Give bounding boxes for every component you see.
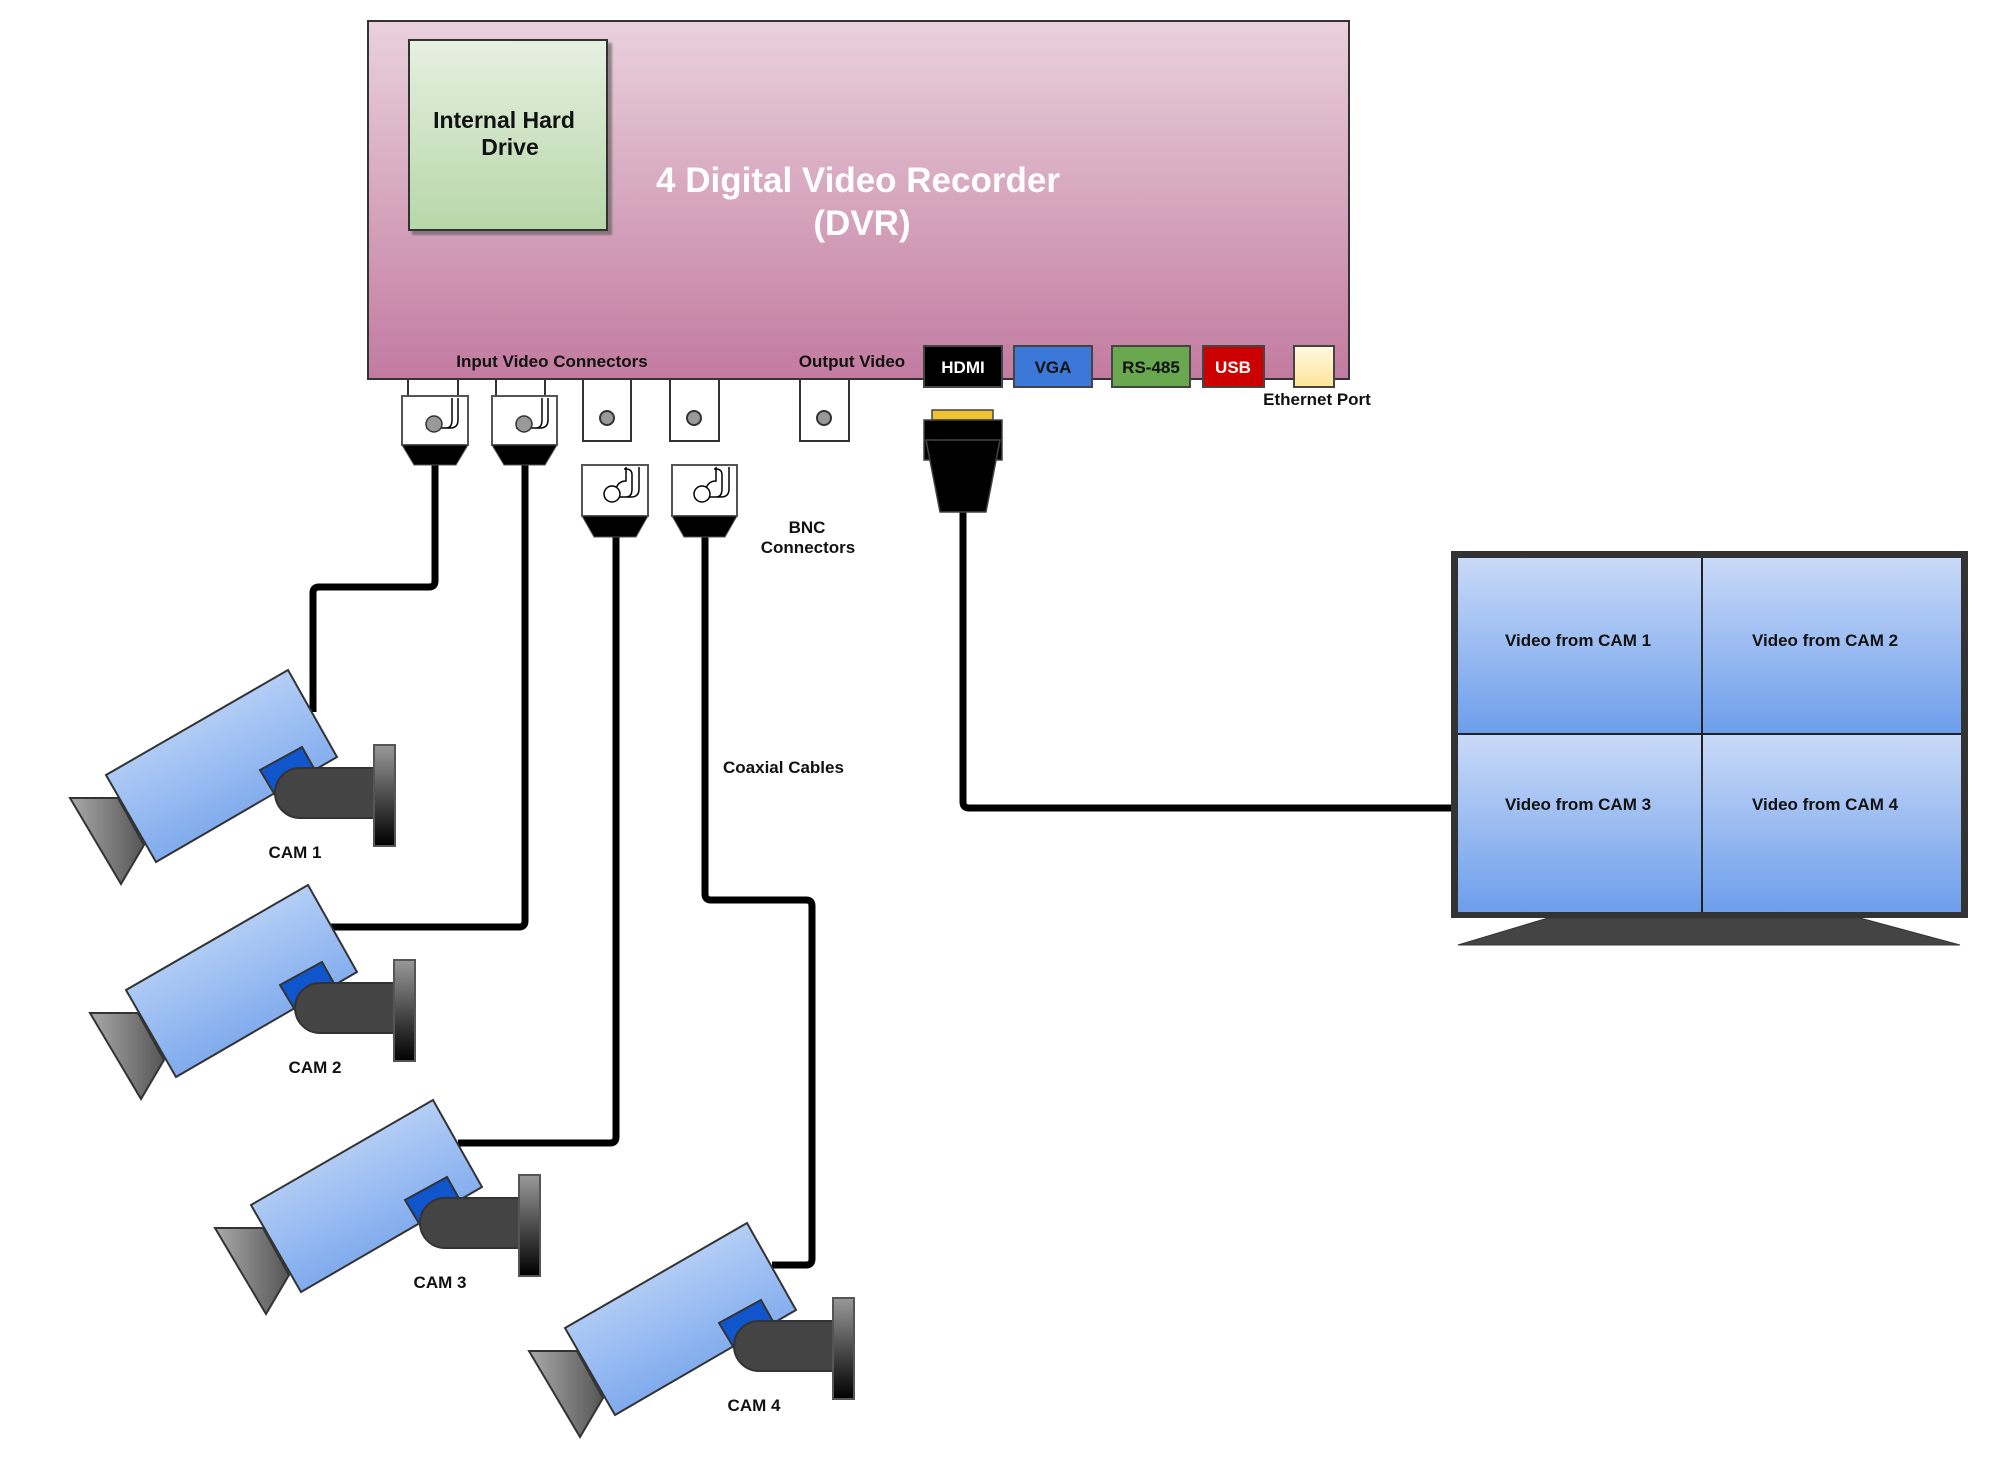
monitor: Video from CAM 1 Video from CAM 2 Video …	[1451, 551, 1968, 946]
socket-pin-icon	[686, 410, 702, 426]
dvr-title-line2: (DVR)	[813, 204, 910, 243]
plug-pin-icon	[693, 485, 711, 503]
port-rs485[interactable]: RS-485	[1111, 345, 1191, 388]
bnc-plug-2	[491, 395, 558, 466]
camera-mount-plate	[518, 1174, 541, 1277]
port-vga[interactable]: VGA	[1013, 345, 1093, 388]
camera-2: CAM 2	[88, 883, 416, 1101]
output-video-socket	[799, 378, 850, 442]
bnc-label-line2: Connectors	[761, 538, 855, 557]
plug-pin-icon	[425, 415, 443, 433]
coax-cable-cam2	[330, 465, 529, 931]
socket-pin-icon	[816, 410, 832, 426]
output-video-label: Output Video	[799, 352, 905, 371]
coax-cable-cam3	[458, 537, 620, 1147]
camera-label: CAM 1	[269, 843, 322, 862]
usb-port-label: USB	[1215, 358, 1251, 377]
coaxial-cables-label: Coaxial Cables	[723, 758, 844, 777]
port-hdmi[interactable]: HDMI	[923, 345, 1003, 388]
port-ethernet[interactable]	[1293, 345, 1335, 388]
tile-label-cam3: Video from CAM 3	[1505, 795, 1651, 814]
ethernet-port[interactable]	[1293, 345, 1335, 388]
camera-label: CAM 3	[414, 1273, 467, 1292]
dvr-diagram: Internal Hard Drive 4 Digital Video Reco…	[68, 20, 1968, 1439]
camera-mount-plate	[373, 744, 396, 847]
camera-1: CAM 1	[68, 668, 396, 886]
camera-mount-arm	[419, 1197, 521, 1249]
bnc-socket-4	[669, 378, 720, 442]
hdmi-plug-tip	[931, 409, 994, 421]
hdd-label-line2: Drive	[481, 134, 539, 160]
monitor-screen	[1458, 558, 1961, 912]
socket-pin-icon	[599, 410, 615, 426]
port-usb[interactable]: USB	[1202, 345, 1265, 388]
bnc-label-line1: BNC	[789, 518, 826, 537]
camera-4: CAM 4	[527, 1221, 855, 1439]
bnc-plug-1	[401, 395, 469, 466]
monitor-stand	[1457, 917, 1961, 946]
dvr-unit: Internal Hard Drive 4 Digital Video Reco…	[367, 20, 1371, 409]
bnc-socket-1	[407, 378, 459, 397]
screen-tile-cam3	[1458, 735, 1701, 912]
vga-port-label: VGA	[1035, 358, 1072, 377]
camera-mount-arm	[294, 982, 396, 1034]
camera-label: CAM 4	[728, 1396, 781, 1415]
camera-mount-arm	[733, 1320, 835, 1372]
coax-cable-cam1	[309, 465, 439, 712]
dvr-title-line1: 4 Digital Video Recorder	[656, 161, 1060, 200]
tile-label-cam2: Video from CAM 2	[1752, 631, 1898, 650]
plug-pin-icon	[515, 415, 533, 433]
camera-mount-arm	[274, 767, 376, 819]
plug-pin-icon	[603, 485, 621, 503]
camera-label: CAM 2	[289, 1058, 342, 1077]
hdd-label-line1: Internal Hard	[433, 107, 575, 133]
camera-mount-plate	[832, 1297, 855, 1400]
bnc-plug-3	[581, 464, 649, 538]
ethernet-port-label: Ethernet Port	[1263, 390, 1371, 409]
coax-cable-cam4	[701, 537, 816, 1269]
camera-3: CAM 3	[213, 1098, 541, 1316]
cameras: CAM 1 CAM 2 CAM 3 CAM 4	[68, 668, 855, 1439]
cables	[309, 465, 1455, 1269]
screen-tile-cam4	[1703, 735, 1961, 912]
hdmi-plug	[923, 409, 1003, 513]
input-video-connectors-label: Input Video Connectors	[456, 352, 647, 371]
bnc-plug-4	[671, 464, 738, 538]
rs485-port-label: RS-485	[1122, 358, 1180, 377]
bnc-sockets	[407, 378, 850, 442]
tile-label-cam4: Video from CAM 4	[1752, 795, 1899, 814]
camera-mount-plate	[393, 959, 416, 1062]
hdmi-cable	[959, 512, 1455, 812]
hdmi-port-label: HDMI	[941, 358, 984, 377]
tile-label-cam1: Video from CAM 1	[1505, 631, 1651, 650]
bnc-socket-3	[582, 378, 632, 442]
bnc-socket-2	[495, 378, 546, 397]
